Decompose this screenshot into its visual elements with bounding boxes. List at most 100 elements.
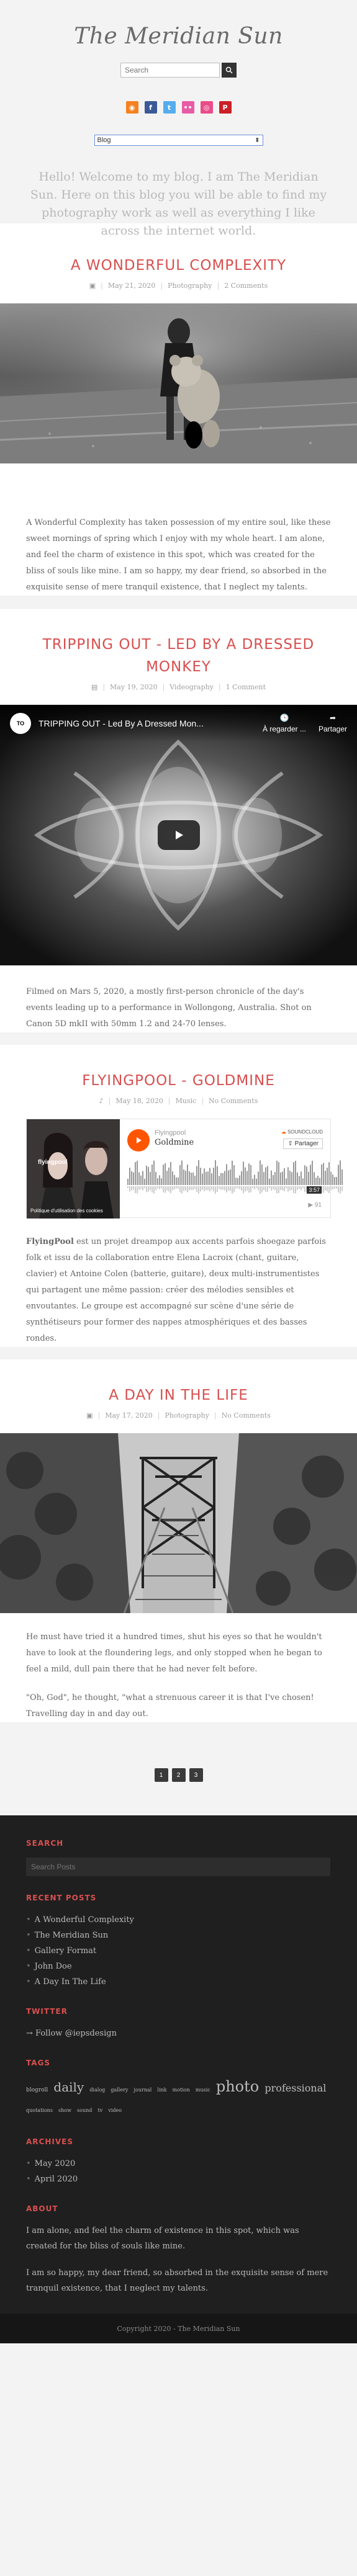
waveform-reflection <box>301 1186 302 1191</box>
page-link[interactable]: 1 <box>154 1768 168 1782</box>
post-category[interactable]: Photography <box>165 1411 209 1420</box>
tag-link[interactable]: gallery <box>111 2087 128 2093</box>
page-link[interactable]: 2 <box>171 1768 186 1782</box>
post-date[interactable]: May 21, 2020 <box>108 282 156 290</box>
cookie-policy-link[interactable]: Politique d'utilisation des cookies <box>30 1208 103 1214</box>
post-excerpt: A Wonderful Complexity has taken possess… <box>26 518 331 592</box>
tag-link[interactable]: photo <box>216 2078 259 2095</box>
post-comments[interactable]: 2 Comments <box>224 282 268 290</box>
waveform-bar <box>293 1162 294 1185</box>
tag-cloud: blogroll daily dialog gallery journal li… <box>26 2077 331 2120</box>
flickr-icon[interactable]: •• <box>181 101 194 114</box>
list-item[interactable]: Gallery Format <box>26 1943 331 1959</box>
pinterest-icon[interactable]: P <box>219 101 232 114</box>
soundcloud-logo[interactable]: ☁ SOUNDCLOUD ⇪ Partager <box>281 1129 323 1149</box>
waveform-reflection <box>202 1186 203 1190</box>
search-button[interactable] <box>222 63 237 78</box>
list-item[interactable]: April 2020 <box>26 2171 331 2187</box>
list-item[interactable]: A Day In The Life <box>26 1974 331 1990</box>
band-photo <box>27 1119 120 1219</box>
channel-avatar[interactable]: TO <box>10 713 31 734</box>
tag-link[interactable]: daily <box>53 2080 84 2095</box>
play-button[interactable] <box>157 820 200 850</box>
waveform-reflection <box>189 1186 190 1191</box>
waveform-reflection <box>341 1186 343 1191</box>
post-comments[interactable]: 1 Comment <box>226 683 266 691</box>
site-title[interactable]: The Meridian Sun <box>0 24 357 49</box>
tag-link[interactable]: video <box>108 2108 122 2113</box>
tag-link[interactable]: motion <box>173 2087 190 2093</box>
twitter-follow-link[interactable]: → Follow @iepsdesign <box>26 2026 331 2041</box>
waveform-reflection <box>157 1186 158 1189</box>
waveform-reflection <box>293 1186 294 1194</box>
post-content: A Wonderful Complexity has taken possess… <box>0 496 357 596</box>
waveform-reflection <box>233 1186 235 1192</box>
post-meta: ▣ | May 21, 2020 | Photography | 2 Comme… <box>89 282 268 290</box>
post-title[interactable]: Flyingpool - Goldmine <box>0 1070 357 1092</box>
tag-link[interactable]: professional <box>264 2082 326 2094</box>
waveform-bar <box>228 1170 229 1185</box>
tag-link[interactable]: tv <box>97 2108 102 2113</box>
tag-link[interactable]: show <box>58 2108 71 2113</box>
waveform-bar <box>133 1172 134 1185</box>
tag-link[interactable]: link <box>157 2087 166 2093</box>
search-input[interactable] <box>120 63 220 78</box>
waveform-reflection <box>325 1186 326 1191</box>
post-comments[interactable]: No Comments <box>209 1097 258 1105</box>
waveform-reflection <box>222 1186 224 1190</box>
widget-title: Twitter <box>26 2007 68 2016</box>
soundcloud-play-button[interactable] <box>127 1129 150 1152</box>
post-image[interactable] <box>0 303 357 463</box>
waveform-bar <box>183 1169 184 1185</box>
soundcloud-artist[interactable]: Flyingpool <box>155 1129 194 1137</box>
video-embed[interactable]: TO TRIPPING OUT - Led By A Dressed Mon..… <box>0 705 357 965</box>
tag-link[interactable]: music <box>196 2087 210 2093</box>
twitter-icon[interactable]: t <box>163 101 176 114</box>
post-excerpt: Filmed on Mars 5, 2020, a mostly first-p… <box>26 987 312 1029</box>
waveform-bar <box>278 1162 279 1185</box>
waveform-bar <box>185 1170 186 1185</box>
list-item[interactable]: May 2020 <box>26 2156 331 2171</box>
waveform-bar <box>314 1172 315 1185</box>
tag-link[interactable]: sound <box>77 2108 92 2113</box>
tag-link[interactable]: quotations <box>26 2108 53 2113</box>
watch-later-button[interactable]: 🕒 À regarder ... <box>263 713 306 733</box>
post-date[interactable]: May 19, 2020 <box>110 683 158 691</box>
page-link[interactable]: 3 <box>189 1768 203 1782</box>
post-date[interactable]: May 17, 2020 <box>105 1411 153 1420</box>
nav-select[interactable]: Blog ⬍ <box>94 135 263 146</box>
tag-link[interactable]: journal <box>134 2087 152 2093</box>
tag-link[interactable]: blogroll <box>26 2087 48 2093</box>
footer-search-input[interactable] <box>26 1858 330 1876</box>
tag-link[interactable]: dialog <box>89 2087 105 2093</box>
facebook-icon[interactable]: f <box>144 101 157 114</box>
post-category[interactable]: Music <box>176 1097 197 1105</box>
post-comments[interactable]: No Comments <box>222 1411 271 1420</box>
share-button[interactable]: ➦ Partager <box>319 713 347 733</box>
waveform-bar <box>263 1172 264 1185</box>
post-title[interactable]: Tripping Out - Led by a Dressed Monkey <box>0 633 357 678</box>
waveform-reflection <box>282 1186 283 1191</box>
post-category[interactable]: Photography <box>168 282 212 290</box>
dribbble-icon[interactable]: ◎ <box>200 101 213 114</box>
list-item[interactable]: John Doe <box>26 1959 331 1974</box>
post-image[interactable] <box>0 1433 357 1613</box>
waveform-reflection <box>196 1186 197 1192</box>
list-item[interactable]: A Wonderful Complexity <box>26 1912 331 1928</box>
rss-icon[interactable]: ◉ <box>125 101 138 114</box>
post-title[interactable]: A Wonderful Complexity <box>0 254 357 277</box>
soundcloud-share-button[interactable]: ⇪ Partager <box>283 1138 323 1149</box>
soundcloud-player[interactable]: flyingpool Politique d'utilisation des c… <box>26 1119 343 1219</box>
site-header: The Meridian Sun ◉ft••◎P Blog ⬍ Hello! W… <box>0 0 357 238</box>
post-title[interactable]: A Day In The Life <box>0 1384 357 1407</box>
waveform-bar <box>131 1171 132 1185</box>
video-title[interactable]: TRIPPING OUT - Led By A Dressed Mon... <box>38 718 255 728</box>
post: A Day In The Life ▣ | May 17, 2020 | Pho… <box>0 1359 357 1722</box>
post-category[interactable]: Videography <box>169 683 214 691</box>
list-item[interactable]: The Meridian Sun <box>26 1928 331 1943</box>
soundcloud-track[interactable]: Goldmine <box>155 1138 194 1147</box>
post-date[interactable]: May 18, 2020 <box>115 1097 163 1105</box>
header-search <box>0 63 357 78</box>
waveform-bar <box>308 1171 309 1185</box>
waveform-bar <box>222 1173 224 1185</box>
